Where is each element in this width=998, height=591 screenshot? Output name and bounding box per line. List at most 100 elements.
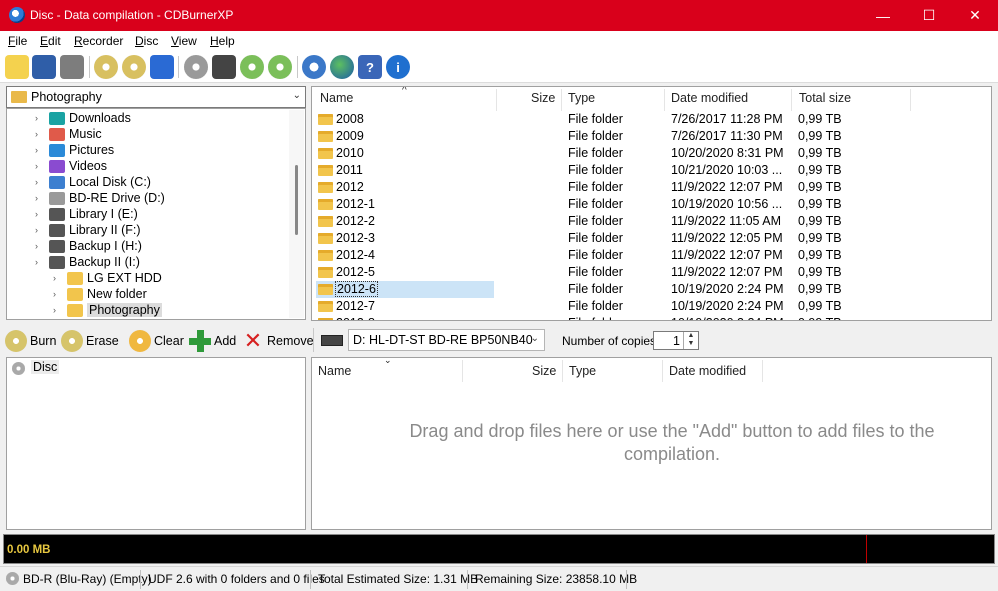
finalize-disc-icon[interactable] — [122, 55, 146, 79]
tree-item[interactable]: › Music — [35, 126, 102, 142]
drive-select[interactable]: D: HL-DT-ST BD-RE BP50NB40 ⌄ — [348, 329, 545, 351]
chevron-right-icon[interactable]: › — [35, 241, 49, 251]
drive-icon — [49, 255, 65, 269]
chevron-right-icon[interactable]: › — [53, 289, 67, 299]
chevron-right-icon[interactable]: › — [35, 257, 49, 267]
menu-view[interactable]: View — [171, 34, 197, 48]
app-icon[interactable] — [9, 7, 25, 23]
copies-stepper[interactable]: 1 ▲ ▼ — [653, 331, 699, 350]
folder-combo[interactable]: Photography ⌄ — [6, 86, 306, 108]
tree-item[interactable]: › Pictures — [35, 142, 114, 158]
copy-disc-icon[interactable] — [268, 55, 292, 79]
chevron-right-icon[interactable]: › — [35, 193, 49, 203]
compilation-list[interactable]: Name ⌄ Size Type Date modified Drag and … — [311, 357, 992, 530]
tree-item[interactable]: › Backup II (I:) — [35, 254, 140, 270]
column-header-name[interactable]: Name — [320, 91, 353, 105]
table-row[interactable]: 2012-5 File folder 11/9/2022 12:07 PM 0,99 … — [312, 264, 991, 281]
column-header-date[interactable]: Date modified — [669, 364, 746, 378]
settings-icon[interactable] — [302, 55, 326, 79]
disc-info-icon[interactable] — [150, 55, 174, 79]
burn-button[interactable]: Burn — [5, 329, 56, 353]
cell-date: 7/26/2017 11:30 PM — [671, 129, 783, 143]
tree-item[interactable]: › BD-RE Drive (D:) — [35, 190, 165, 206]
minimize-button[interactable]: — — [860, 0, 906, 31]
table-row[interactable]: 2012-3 File folder 11/9/2022 12:05 PM 0,99 … — [312, 230, 991, 247]
column-header-name[interactable]: Name — [318, 364, 351, 378]
drop-hint-line2: compilation. — [623, 444, 721, 464]
status-estimated-size: Total Estimated Size: 1.31 MB — [318, 572, 479, 586]
chevron-right-icon[interactable]: › — [35, 225, 49, 235]
tree-item[interactable]: › Local Disk (C:) — [35, 174, 151, 190]
table-row[interactable]: 2010 File folder 10/20/2020 8:31 PM 0,99 TB — [312, 145, 991, 162]
column-header-type[interactable]: Type — [568, 91, 595, 105]
tree-item[interactable]: › Downloads — [35, 110, 131, 126]
column-header-size[interactable]: Size — [531, 91, 555, 105]
chevron-right-icon[interactable]: › — [35, 161, 49, 171]
save-icon[interactable] — [32, 55, 56, 79]
menu-file[interactable]: File — [8, 34, 27, 48]
table-row[interactable]: 2012-4 File folder 11/9/2022 12:07 PM 0,99 … — [312, 247, 991, 264]
table-row[interactable]: 2012 File folder 11/9/2022 12:07 PM 0,99 TB — [312, 179, 991, 196]
print-icon[interactable] — [60, 55, 84, 79]
erase-disc-icon[interactable] — [94, 55, 118, 79]
table-row[interactable]: 2012-2 File folder 11/9/2022 11:05 AM 0,99 … — [312, 213, 991, 230]
tree-item[interactable]: › New folder — [53, 286, 147, 302]
tree-item-label: Pictures — [69, 143, 115, 157]
erase-button[interactable]: Erase — [61, 329, 119, 353]
chevron-right-icon[interactable]: › — [53, 305, 67, 315]
menu-edit[interactable]: Edit — [40, 34, 61, 48]
menu-help[interactable]: Help — [210, 34, 235, 48]
table-row[interactable]: 2012-7 File folder 10/19/2020 2:24 PM 0,99 … — [312, 298, 991, 315]
cell-type: File folder — [568, 112, 623, 126]
chevron-right-icon[interactable]: › — [35, 145, 49, 155]
file-list[interactable]: Name ^ Size Type Date modified Total siz… — [311, 86, 992, 321]
tree-item[interactable]: › Photography — [53, 302, 162, 318]
status-filesystem: UDF 2.6 with 0 folders and 0 files — [148, 572, 325, 586]
tree-item[interactable]: › Library I (E:) — [35, 206, 138, 222]
tree-item[interactable]: › Library II (F:) — [35, 222, 141, 238]
add-label: Add — [214, 334, 237, 348]
clear-icon — [129, 330, 151, 352]
folder-tree[interactable]: › Downloads › Music › Pictures › Videos › Local D… — [6, 108, 306, 320]
tree-item[interactable]: › Videos — [35, 158, 107, 174]
column-header-total[interactable]: Total size — [799, 91, 851, 105]
chevron-right-icon[interactable]: › — [35, 113, 49, 123]
info-icon[interactable]: i — [386, 55, 410, 79]
chevron-right-icon[interactable]: › — [35, 177, 49, 187]
tree-item[interactable]: › LG EXT HDD — [53, 270, 162, 286]
help-icon[interactable]: ? — [358, 55, 382, 79]
remove-button[interactable]: ✕ Remove — [242, 329, 314, 353]
table-row[interactable]: 2011 File folder 10/21/2020 10:03 ... 0,99 … — [312, 162, 991, 179]
chevron-right-icon[interactable]: › — [35, 209, 49, 219]
table-row[interactable]: 2012-6 File folder 10/19/2020 2:24 PM 0,99 … — [312, 281, 991, 298]
tree-item[interactable]: › Backup I (H:) — [35, 238, 142, 254]
drive-info-icon[interactable] — [212, 55, 236, 79]
maximize-button[interactable]: ☐ — [906, 0, 952, 31]
videos-icon — [49, 159, 65, 173]
spin-buttons[interactable]: ▲ ▼ — [683, 332, 698, 349]
disc-root-label[interactable]: Disc — [31, 360, 60, 374]
disc-properties-icon[interactable] — [184, 55, 208, 79]
menu-bar: File Edit Recorder Disc View Help — [0, 31, 998, 51]
column-header-date[interactable]: Date modified — [671, 91, 748, 105]
chevron-right-icon[interactable]: › — [35, 129, 49, 139]
new-icon[interactable] — [5, 55, 29, 79]
chevron-right-icon[interactable]: › — [53, 273, 67, 283]
close-button[interactable]: ✕ — [952, 0, 998, 31]
web-icon[interactable] — [330, 55, 354, 79]
table-row[interactable]: 2009 File folder 7/26/2017 11:30 PM 0,99 TB — [312, 128, 991, 145]
clear-button[interactable]: Clear — [129, 329, 184, 353]
table-row[interactable]: 2012-8 File folder 10/19/2020 2:24 PM 0,99 … — [312, 315, 991, 320]
column-header-type[interactable]: Type — [569, 364, 596, 378]
add-button[interactable]: Add — [189, 329, 236, 353]
table-row[interactable]: 2012-1 File folder 10/19/2020 10:56 ... 0,9… — [312, 196, 991, 213]
burn-image-icon[interactable] — [240, 55, 264, 79]
folder-icon — [318, 233, 333, 244]
menu-disc[interactable]: Disc — [135, 34, 158, 48]
table-row[interactable]: 2008 File folder 7/26/2017 11:28 PM 0,99 TB — [312, 111, 991, 128]
tree-scrollbar[interactable] — [289, 110, 304, 318]
folder-icon — [11, 91, 27, 103]
disc-tree[interactable]: Disc — [6, 357, 306, 530]
column-header-size[interactable]: Size — [532, 364, 556, 378]
menu-recorder[interactable]: Recorder — [74, 34, 123, 48]
